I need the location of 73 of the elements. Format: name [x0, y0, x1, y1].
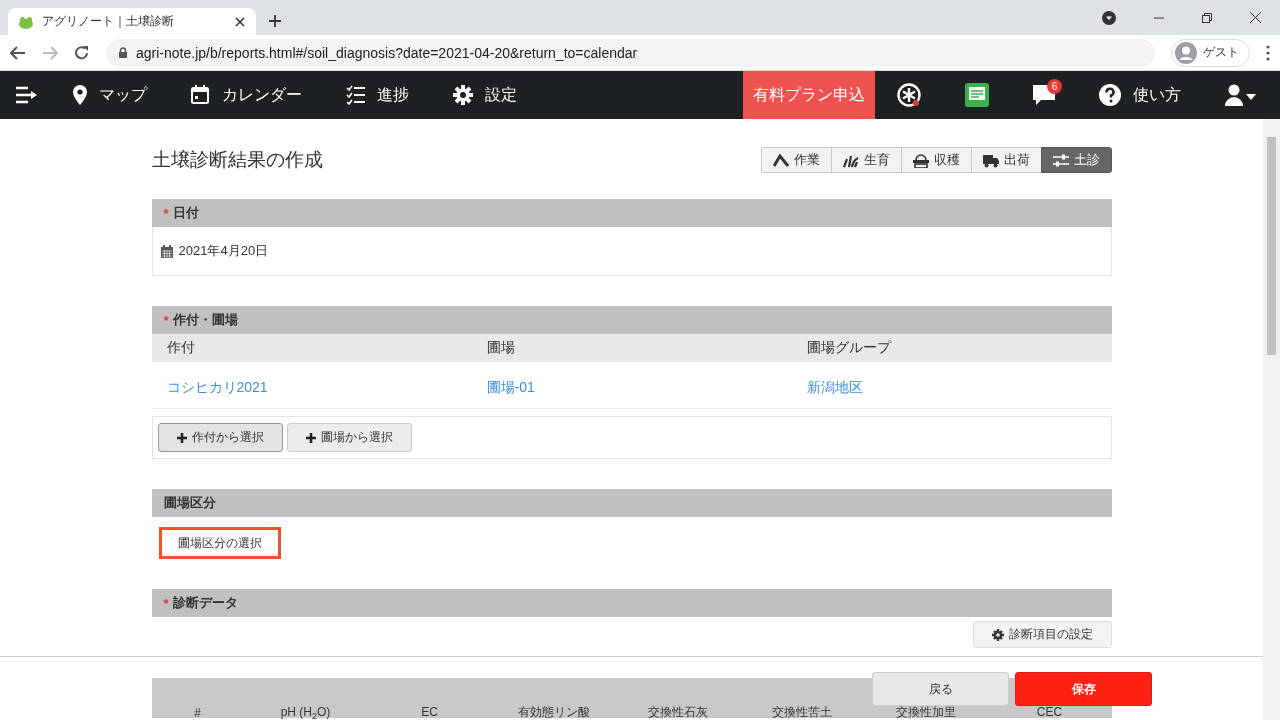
report-tab[interactable]: 出荷 — [970, 147, 1042, 173]
select-button[interactable]: 作付から選択 — [157, 423, 283, 452]
back-icon[interactable] — [10, 44, 26, 61]
column-header: 圃場グループ — [791, 334, 1112, 362]
nav-item[interactable]: マップ — [51, 71, 169, 119]
settings-icon — [991, 628, 1004, 641]
nav-item[interactable]: 設定 — [431, 71, 539, 119]
nav-item[interactable]: カレンダー — [169, 71, 324, 119]
column-header: 交換性石灰 — [647, 705, 708, 719]
restore-icon[interactable] — [1202, 12, 1212, 23]
sliders-icon — [1052, 152, 1069, 168]
user-menu-icon[interactable] — [1225, 84, 1256, 106]
tab-title: アグリノート｜土壌診断 — [42, 13, 175, 30]
column-header: 作付 — [151, 334, 472, 362]
plus-icon — [176, 432, 187, 443]
settings-icon — [453, 85, 473, 105]
calendar-icon — [160, 244, 173, 258]
column-header: EC — [421, 705, 438, 719]
nav-item[interactable]: 進捗 — [324, 71, 431, 119]
plus-icon — [305, 432, 316, 443]
back-button[interactable]: 戻る — [872, 672, 1009, 706]
sidebar-toggle-icon[interactable] — [16, 86, 37, 104]
section-title: 診断データ — [172, 594, 238, 612]
truck-icon — [982, 152, 999, 168]
url-text: agri-note.jp/b/reports.html#/soil_diagnosis?date=2021-04-20&return_to=calendar — [136, 44, 638, 61]
reload-icon[interactable] — [74, 44, 90, 61]
column-header: # — [194, 706, 201, 720]
report-tab[interactable]: 生育 — [830, 147, 902, 173]
map-pin-icon — [73, 85, 87, 105]
column-header: 交換性苦土 — [771, 705, 832, 719]
save-button[interactable]: 保存 — [1015, 672, 1152, 706]
notification-badge: 6 — [1047, 79, 1062, 94]
address-bar[interactable]: agri-note.jp/b/reports.html#/soil_diagnosis?date=2021-04-20&return_to=calendar — [106, 38, 1155, 67]
required-mark: * — [163, 312, 169, 328]
close-icon[interactable] — [234, 15, 246, 28]
select-button[interactable]: 圃場区分の選択 — [158, 527, 281, 559]
column-header: CEC — [1036, 705, 1063, 719]
table-link[interactable]: 圃場-01 — [486, 379, 535, 397]
section-title: 圃場区分 — [163, 494, 216, 512]
column-header: 圃場 — [471, 334, 792, 362]
notebook-icon[interactable] — [965, 83, 989, 107]
report-tab[interactable]: 土診 — [1040, 147, 1112, 173]
required-mark: * — [163, 205, 169, 221]
scrollbar-thumb[interactable] — [1267, 137, 1276, 355]
report-tab[interactable]: 作業 — [760, 147, 832, 173]
calendar-icon — [191, 85, 210, 105]
browser-tab[interactable]: アグリノート｜土壌診断 — [8, 8, 256, 35]
new-tab-icon[interactable] — [268, 14, 282, 28]
table-link[interactable]: コシヒカリ2021 — [166, 379, 268, 397]
table-link[interactable]: 新潟地区 — [806, 379, 863, 397]
basket-icon — [912, 152, 929, 168]
settings-button[interactable]: 診断項目の設定 — [972, 621, 1112, 648]
close-icon[interactable] — [1250, 12, 1261, 23]
avatar-icon — [1175, 41, 1197, 64]
page-title: 土壌診断結果の作成 — [151, 148, 323, 172]
column-header: 有効態リン酸 — [517, 705, 590, 719]
menu-icon[interactable] — [1266, 44, 1270, 61]
dropdown-icon[interactable] — [1102, 10, 1116, 25]
section-title: 作付・圃場 — [172, 311, 238, 329]
asterisk-circle-icon[interactable] — [897, 83, 921, 107]
column-header: 交換性加里 — [895, 705, 956, 719]
help-icon — [1099, 84, 1121, 106]
section-title: 日付 — [172, 204, 199, 222]
scrollbar[interactable] — [1263, 119, 1280, 720]
checklist-icon — [346, 85, 365, 105]
report-tab[interactable]: 収穫 — [900, 147, 972, 173]
frog-icon — [18, 14, 34, 29]
select-button[interactable]: 圃場から選択 — [286, 423, 412, 452]
lock-icon — [118, 47, 128, 58]
date-value: 2021年4月20日 — [178, 242, 269, 260]
column-header: pH (H$_{2}$O) — [280, 705, 331, 719]
help-link[interactable]: 使い方 — [1077, 71, 1203, 119]
required-mark: * — [163, 595, 169, 611]
